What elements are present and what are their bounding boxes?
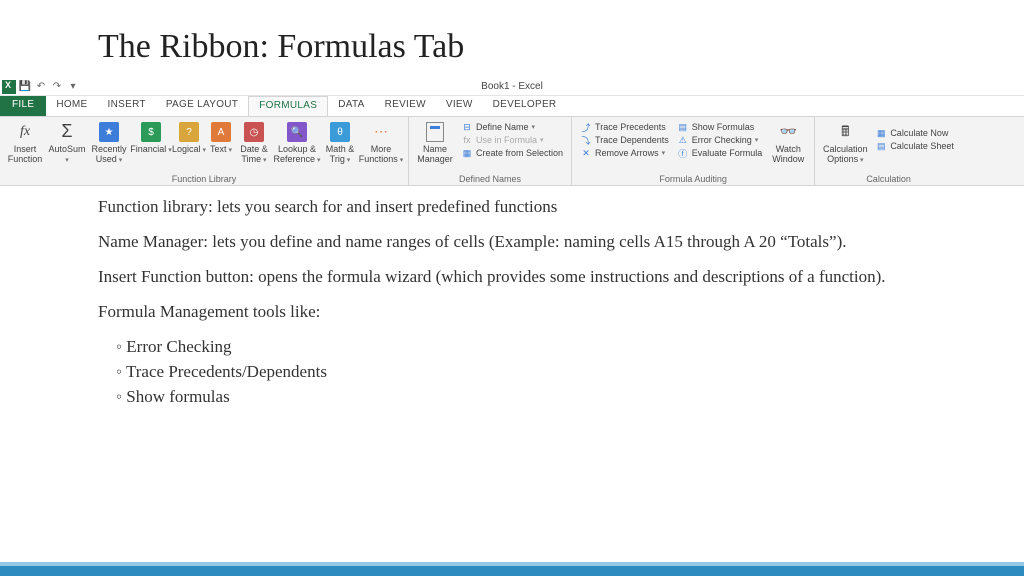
excel-icon [2, 80, 16, 94]
use-in-formula-button[interactable]: fxUse in Formula ▾ [461, 134, 563, 146]
calculate-now-button[interactable]: ▦Calculate Now [875, 127, 954, 139]
calculate-sheet-button[interactable]: ▤Calculate Sheet [875, 140, 954, 152]
tab-data[interactable]: DATA [328, 96, 374, 116]
dependents-icon: ⤵ [580, 134, 592, 146]
recently-used-button[interactable]: ★ Recently Used [88, 119, 130, 167]
trace-precedents-button[interactable]: ⤴Trace Precedents [580, 121, 669, 133]
tab-formulas[interactable]: FORMULAS [248, 96, 328, 116]
tag-icon: ⊟ [461, 121, 473, 133]
calculator-icon: 🖩 [834, 121, 856, 143]
list-item: Show formulas [116, 386, 984, 409]
remove-arrows-button[interactable]: ✕Remove Arrows ▾ [580, 147, 669, 159]
btn-label: Date & Time [236, 145, 272, 165]
group-function-library: fx Insert Function AutoSum ★ Recently Us… [0, 117, 409, 185]
math-trig-button[interactable]: θ Math & Trig [322, 119, 358, 167]
group-label: Formula Auditing [576, 174, 810, 185]
define-name-button[interactable]: ⊟Define Name ▾ [461, 121, 563, 133]
redo-icon[interactable]: ↷ [50, 80, 64, 94]
sigma-icon [56, 121, 78, 143]
btn-label: Calculation Options [819, 145, 871, 165]
body-paragraph: Function library: lets you search for an… [98, 196, 984, 219]
tab-file[interactable]: FILE [0, 96, 46, 116]
ribbon-groups: fx Insert Function AutoSum ★ Recently Us… [0, 116, 1024, 186]
body-paragraph: Formula Management tools like: [98, 301, 984, 324]
name-manager-button[interactable]: Name Manager [413, 119, 457, 167]
slide-body: Function library: lets you search for an… [0, 186, 1024, 409]
save-icon[interactable]: 💾 [18, 80, 32, 94]
btn-label: Lookup & Reference [272, 145, 322, 165]
tab-page-layout[interactable]: PAGE LAYOUT [156, 96, 248, 116]
ribbon-screenshot: 💾 ↶ ↷ ▾ Book1 - Excel FILE HOME INSERT P… [0, 78, 1024, 186]
customize-qat-icon[interactable]: ▾ [66, 80, 80, 94]
selection-icon: ▦ [461, 147, 473, 159]
text-button[interactable]: A Text [206, 119, 236, 157]
btn-label: Insert Function [4, 145, 46, 165]
date-time-button[interactable]: ◷ Date & Time [236, 119, 272, 167]
fx-icon: fx [14, 121, 36, 143]
autosum-button[interactable]: AutoSum [46, 119, 88, 167]
window-title: Book1 - Excel [481, 81, 543, 92]
error-checking-button[interactable]: ⚠Error Checking ▾ [677, 134, 763, 146]
more-functions-button[interactable]: ⋯ More Functions [358, 119, 404, 167]
logical-button[interactable]: ? Logical [172, 119, 206, 157]
bullet-list: Error Checking Trace Precedents/Dependen… [98, 336, 984, 409]
name-manager-icon [426, 122, 444, 142]
watch-icon: 👓 [777, 121, 799, 143]
body-paragraph: Insert Function button: opens the formul… [98, 266, 984, 289]
tab-view[interactable]: VIEW [436, 96, 483, 116]
calc-sheet-icon: ▤ [875, 140, 887, 152]
error-icon: ⚠ [677, 134, 689, 146]
theta-icon: θ [330, 122, 350, 142]
btn-label: Math & Trig [322, 145, 358, 165]
btn-label: Text [210, 145, 232, 155]
create-from-selection-button[interactable]: ▦Create from Selection [461, 147, 563, 159]
financial-button[interactable]: $ Financial [130, 119, 172, 157]
remove-arrows-icon: ✕ [580, 147, 592, 159]
group-label: Defined Names [413, 174, 567, 185]
btn-label: More Functions [358, 145, 404, 165]
show-formulas-icon: ▤ [677, 121, 689, 133]
financial-icon: $ [141, 122, 161, 142]
slide-footer-bar [0, 562, 1024, 576]
watch-window-button[interactable]: 👓 Watch Window [766, 119, 810, 167]
slide-title: The Ribbon: Formulas Tab [0, 0, 1024, 78]
group-formula-auditing: ⤴Trace Precedents ⤵Trace Dependents ✕Rem… [572, 117, 815, 185]
btn-label: Name Manager [413, 145, 457, 165]
ribbon-tabs: FILE HOME INSERT PAGE LAYOUT FORMULAS DA… [0, 96, 1024, 116]
show-formulas-button[interactable]: ▤Show Formulas [677, 121, 763, 133]
list-item: Error Checking [116, 336, 984, 359]
undo-icon[interactable]: ↶ [34, 80, 48, 94]
lookup-reference-button[interactable]: 🔍 Lookup & Reference [272, 119, 322, 167]
evaluate-icon: ⓕ [677, 147, 689, 159]
evaluate-formula-button[interactable]: ⓕEvaluate Formula [677, 147, 763, 159]
tab-review[interactable]: REVIEW [375, 96, 436, 116]
tab-insert[interactable]: INSERT [98, 96, 156, 116]
clock-icon: ◷ [244, 122, 264, 142]
tab-home[interactable]: HOME [46, 96, 97, 116]
text-icon: A [211, 122, 231, 142]
more-icon: ⋯ [370, 121, 392, 143]
btn-label: Watch Window [766, 145, 810, 165]
quick-access-toolbar: 💾 ↶ ↷ ▾ Book1 - Excel [0, 78, 1024, 96]
calculation-options-button[interactable]: 🖩 Calculation Options [819, 119, 871, 167]
btn-label: Recently Used [88, 145, 130, 165]
star-icon: ★ [99, 122, 119, 142]
insert-function-button[interactable]: fx Insert Function [4, 119, 46, 167]
precedents-icon: ⤴ [580, 121, 592, 133]
list-item: Trace Precedents/Dependents [116, 361, 984, 384]
fx-small-icon: fx [461, 134, 473, 146]
btn-label: Financial [130, 145, 172, 155]
group-label: Calculation [819, 174, 958, 185]
group-label: Function Library [4, 174, 404, 185]
logical-icon: ? [179, 122, 199, 142]
btn-label: AutoSum [46, 145, 88, 165]
trace-dependents-button[interactable]: ⤵Trace Dependents [580, 134, 669, 146]
group-defined-names: Name Manager ⊟Define Name ▾ fxUse in For… [409, 117, 572, 185]
tab-developer[interactable]: DEVELOPER [483, 96, 567, 116]
btn-label: Logical [172, 145, 206, 155]
body-paragraph: Name Manager: lets you define and name r… [98, 231, 984, 254]
lookup-icon: 🔍 [287, 122, 307, 142]
calc-now-icon: ▦ [875, 127, 887, 139]
group-calculation: 🖩 Calculation Options ▦Calculate Now ▤Ca… [815, 117, 962, 185]
